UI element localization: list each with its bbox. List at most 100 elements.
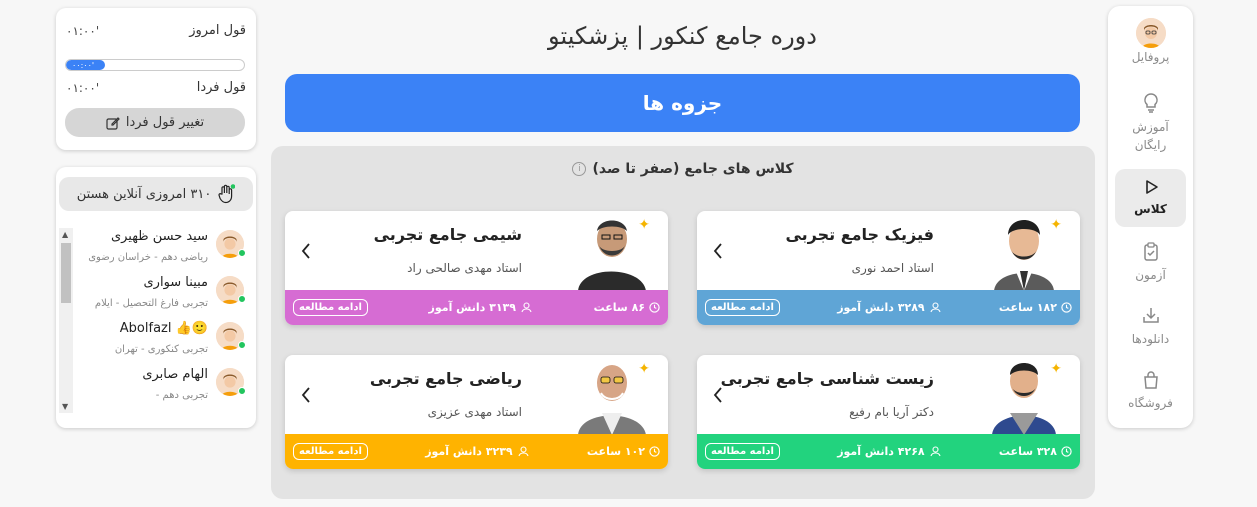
- hours-text: ۸۶ ساعت: [593, 301, 645, 314]
- course-title: شیمی جامع تجربی: [373, 225, 522, 244]
- course-title: زیست شناسی جامع تجربی: [720, 369, 934, 388]
- nav-item-downloads[interactable]: دانلودها: [1115, 306, 1186, 352]
- course-hours: ۱۸۲ ساعت: [999, 301, 1072, 314]
- online-user[interactable]: مبینا سواری تجربی فارغ التحصیل - ایلام: [76, 273, 248, 319]
- clipboard-icon: [1143, 242, 1158, 261]
- user-detail: ریاضی دهم - خراسان رضوی: [88, 252, 208, 263]
- course-footer: ۱۸۲ ساعت ۳۲۸۹ دانش آموز ادامه مطالعه: [697, 290, 1080, 325]
- online-dot: [238, 249, 246, 257]
- continue-button[interactable]: ادامه مطالعه: [293, 299, 368, 316]
- course-hours: ۸۶ ساعت: [594, 301, 660, 314]
- info-icon[interactable]: i: [572, 162, 587, 176]
- chevron-left-icon[interactable]: [711, 385, 725, 405]
- students-text: ۳۲۳۹ دانش آموز: [425, 445, 513, 458]
- online-user[interactable]: 🙂👍 Abolfazl تجربی کنکوری - تهران: [76, 319, 248, 365]
- progress-fill: ۰۰:۰۰': [66, 60, 106, 70]
- chevron-left-icon[interactable]: [299, 385, 313, 405]
- hours-text: ۱۰۲ ساعت: [586, 445, 645, 458]
- study-promise-card: ۰۱:۰۰' قول امروز ۰۰:۰۰' ۰۱:۰۰' قول فردا …: [56, 8, 256, 150]
- course-students: ۳۲۳۹ دانش آموز: [425, 445, 529, 458]
- continue-button[interactable]: ادامه مطالعه: [705, 443, 780, 460]
- online-user[interactable]: الهام صابری تجربی دهم -: [76, 365, 248, 411]
- course-footer: ۳۲۸ ساعت ۴۲۶۸ دانش آموز ادامه مطالعه: [697, 434, 1080, 469]
- user-name-text: Abolfazl: [119, 321, 172, 336]
- course-teacher: استاد احمد نوری: [851, 261, 934, 275]
- course-students: ۳۱۳۹ دانش آموز: [429, 301, 533, 314]
- students-icon: [930, 302, 941, 313]
- scroll-down-arrow[interactable]: ▼: [62, 402, 68, 411]
- course-card-math[interactable]: ✦ ریاضی جامع تجربی استاد مهدی عزیزی ۱۰۲ …: [285, 355, 668, 469]
- study-progress-bar: ۰۰:۰۰': [65, 59, 245, 71]
- bag-icon: [1143, 371, 1158, 389]
- sparkle-icon: ✦: [638, 217, 650, 233]
- continue-button[interactable]: ادامه مطالعه: [705, 299, 780, 316]
- scroll-up-arrow[interactable]: ▲: [62, 230, 68, 239]
- online-users-card: ۳۱۰ امروزی آنلاین هستن ▲ ▼ سید حسن ظهیری…: [56, 167, 256, 428]
- students-text: ۴۲۶۸ دانش آموز: [837, 445, 925, 458]
- clock-icon: [649, 302, 660, 313]
- course-card-biology[interactable]: ✦ زیست شناسی جامع تجربی دکتر آریا بام رف…: [697, 355, 1080, 469]
- section-title: کلاس های جامع (صفر تا صد): [592, 161, 794, 177]
- sparkle-icon: ✦: [1050, 217, 1062, 233]
- online-dot: [238, 295, 246, 303]
- edit-icon: [106, 116, 120, 130]
- nav-item-exam[interactable]: آزمون: [1115, 242, 1186, 288]
- lightbulb-icon: [1143, 93, 1158, 113]
- clock-icon: [1061, 302, 1072, 313]
- continue-button[interactable]: ادامه مطالعه: [293, 443, 368, 460]
- user-detail: تجربی فارغ التحصیل - ایلام: [94, 298, 208, 309]
- user-emoji: 🙂👍: [175, 321, 208, 336]
- nav-item-class[interactable]: کلاس: [1115, 169, 1186, 227]
- course-hours: ۳۲۸ ساعت: [999, 445, 1072, 458]
- sparkle-icon: ✦: [1050, 361, 1062, 377]
- course-teacher: استاد مهدی عزیزی: [427, 405, 522, 419]
- page-title: دوره جامع کنکور | پزشکیتو: [548, 22, 817, 50]
- teacher-photo: ✦: [568, 211, 656, 291]
- scroll-thumb[interactable]: [61, 243, 71, 303]
- user-detail: تجربی کنکوری - تهران: [114, 344, 208, 355]
- nav-label-downloads: دانلودها: [1131, 332, 1170, 346]
- chevron-left-icon[interactable]: [711, 241, 725, 261]
- nav-label-profile: پروفایل: [1131, 50, 1170, 64]
- course-card-physics[interactable]: ✦ فیزیک جامع تجربی استاد احمد نوری ۱۸۲ س…: [697, 211, 1080, 325]
- chevron-left-icon[interactable]: [299, 241, 313, 261]
- students-text: ۳۱۳۹ دانش آموز: [428, 301, 516, 314]
- nav-label-class: کلاس: [1134, 202, 1167, 216]
- profile-avatar: [1135, 18, 1166, 48]
- nav-item-free-lessons[interactable]: آموزش رایگان: [1115, 92, 1186, 156]
- change-tomorrow-button[interactable]: تغییر قول فردا: [65, 108, 245, 137]
- online-dot: [238, 387, 246, 395]
- course-students: ۴۲۶۸ دانش آموز: [837, 445, 941, 458]
- students-icon: [518, 446, 529, 457]
- user-name: الهام صابری: [142, 367, 208, 382]
- sparkle-icon: ✦: [638, 361, 650, 377]
- users-scrollbar[interactable]: ▲ ▼: [59, 228, 73, 413]
- course-hours: ۱۰۲ ساعت: [587, 445, 660, 458]
- nav-item-profile[interactable]: پروفایل: [1115, 18, 1186, 74]
- course-students: ۳۲۸۹ دانش آموز: [837, 301, 941, 314]
- clock-icon: [1061, 446, 1072, 457]
- section-header: کلاس های جامع (صفر تا صد) i: [271, 161, 1095, 177]
- hand-icon: [218, 184, 236, 204]
- side-nav: پروفایل آموزش رایگان کلاس آزمون دانلودها…: [1108, 6, 1193, 428]
- user-name: مبینا سواری: [143, 275, 209, 290]
- hours-text: ۳۲۸ ساعت: [998, 445, 1057, 458]
- user-name: 🙂👍 Abolfazl: [120, 321, 208, 336]
- course-title: فیزیک جامع تجربی: [785, 225, 934, 244]
- notes-banner-button[interactable]: جزوه ها: [285, 74, 1080, 132]
- nav-item-shop[interactable]: فروشگاه: [1115, 370, 1186, 416]
- course-card-chemistry[interactable]: ✦ شیمی جامع تجربی استاد مهدی صالحی راد ۸…: [285, 211, 668, 325]
- user-name: سید حسن ظهیری: [110, 229, 208, 244]
- students-text: ۳۲۸۹ دانش آموز: [837, 301, 925, 314]
- teacher-photo: ✦: [980, 355, 1068, 435]
- nav-label-free-lessons: آموزش رایگان: [1132, 120, 1169, 152]
- clock-icon: [649, 446, 660, 457]
- students-icon: [930, 446, 941, 457]
- teacher-photo: ✦: [980, 211, 1068, 291]
- today-label: قول امروز: [189, 23, 246, 38]
- today-value: ۰۱:۰۰': [66, 23, 100, 38]
- online-user[interactable]: سید حسن ظهیری ریاضی دهم - خراسان رضوی: [76, 227, 248, 273]
- online-dot: [238, 341, 246, 349]
- change-tomorrow-label: تغییر قول فردا: [125, 115, 205, 130]
- course-teacher: استاد مهدی صالحی راد: [407, 261, 522, 275]
